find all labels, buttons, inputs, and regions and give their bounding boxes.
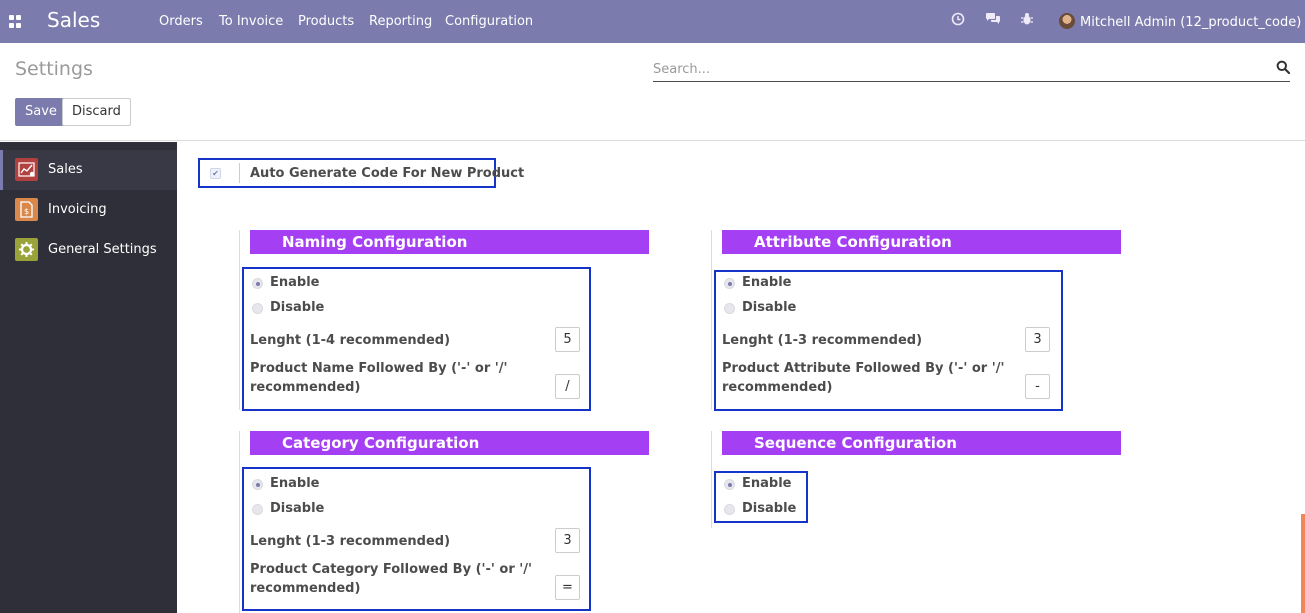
naming-followed-label: Product Name Followed By ('-' or '/' reco… <box>250 361 508 395</box>
sales-chart-icon <box>15 158 38 181</box>
divider <box>711 431 712 528</box>
attribute-followed-label: Product Attribute Followed By ('-' or '/… <box>722 361 1005 395</box>
menu-to-invoice[interactable]: To Invoice <box>219 14 283 29</box>
radio-icon <box>724 303 735 314</box>
bug-icon[interactable] <box>1019 12 1035 28</box>
section-header: Category Configuration <box>250 431 649 455</box>
category-followed-input[interactable]: = <box>555 575 580 600</box>
naming-length-input[interactable]: 5 <box>555 327 580 352</box>
section-header: Attribute Configuration <box>722 230 1121 254</box>
sidebar-item-label: General Settings <box>48 242 157 257</box>
settings-sidebar: Sales $ Invoicing General Settings <box>0 142 177 613</box>
settings-content: ✔ Auto Generate Code For New Product Nam… <box>177 142 1305 613</box>
radio-icon <box>252 303 263 314</box>
menu-configuration[interactable]: Configuration <box>445 14 533 29</box>
category-followed-label: Product Category Followed By ('-' or '/'… <box>250 562 532 596</box>
divider <box>239 230 240 410</box>
menu-orders[interactable]: Orders <box>159 14 203 29</box>
naming-options-box: Enable Disable Lenght (1-4 recommended) … <box>242 267 591 411</box>
user-menu[interactable]: Mitchell Admin (12_product_code) <box>1059 13 1305 30</box>
attribute-followed-input[interactable]: - <box>1025 374 1050 399</box>
sidebar-item-label: Sales <box>48 162 83 177</box>
category-options-box: Enable Disable Lenght (1-3 recommended) … <box>242 467 591 611</box>
attribute-length-input[interactable]: 3 <box>1025 327 1050 352</box>
page-title: Settings <box>15 58 93 80</box>
clock-icon[interactable] <box>950 12 966 28</box>
user-name: Mitchell Admin (12_product_code) <box>1080 15 1302 30</box>
attribute-length-label: Lenght (1-3 recommended) <box>722 333 923 348</box>
menu-reporting[interactable]: Reporting <box>369 14 432 29</box>
radio-icon <box>724 504 735 515</box>
scrollbar[interactable] <box>1301 514 1305 613</box>
category-length-input[interactable]: 3 <box>555 528 580 553</box>
divider <box>239 431 240 613</box>
save-button[interactable]: Save <box>15 98 67 126</box>
app-title[interactable]: Sales <box>47 8 100 32</box>
divider <box>711 230 712 410</box>
auto-generate-setting: ✔ Auto Generate Code For New Product <box>198 158 524 188</box>
sidebar-item-invoicing[interactable]: $ Invoicing <box>0 190 177 230</box>
radio-selected-icon <box>252 278 263 289</box>
radio-selected-icon <box>252 479 263 490</box>
divider <box>239 163 240 183</box>
radio-selected-icon <box>724 278 735 289</box>
auto-generate-label: Auto Generate Code For New Product <box>250 166 525 181</box>
radio-icon <box>252 504 263 515</box>
apps-grid-icon[interactable] <box>9 15 22 28</box>
discard-button[interactable]: Discard <box>62 98 131 126</box>
control-panel: Settings Save Discard <box>0 43 1305 141</box>
naming-followed-input[interactable]: / <box>555 374 580 399</box>
invoicing-icon: $ <box>15 198 38 221</box>
search-input[interactable] <box>653 59 1253 79</box>
search-bar <box>653 56 1291 82</box>
sidebar-item-label: Invoicing <box>48 202 107 217</box>
search-icon[interactable] <box>1276 60 1291 75</box>
top-navbar: Sales Orders To Invoice Products Reporti… <box>0 0 1305 43</box>
menu-products[interactable]: Products <box>298 14 354 29</box>
auto-generate-checkbox[interactable]: ✔ <box>210 168 221 179</box>
radio-selected-icon <box>724 479 735 490</box>
attribute-options-box: Enable Disable Lenght (1-3 recommended) … <box>714 270 1063 411</box>
section-header: Naming Configuration <box>250 230 649 254</box>
sidebar-item-general-settings[interactable]: General Settings <box>0 230 177 270</box>
avatar <box>1059 13 1075 29</box>
section-header: Sequence Configuration <box>722 431 1121 455</box>
sequence-options-box: Enable Disable <box>714 471 808 523</box>
svg-text:$: $ <box>24 207 29 216</box>
naming-length-label: Lenght (1-4 recommended) <box>250 333 451 348</box>
category-length-label: Lenght (1-3 recommended) <box>250 534 451 549</box>
chat-icon[interactable] <box>985 12 1001 28</box>
sidebar-item-sales[interactable]: Sales <box>0 150 177 190</box>
gear-icon <box>15 238 38 261</box>
